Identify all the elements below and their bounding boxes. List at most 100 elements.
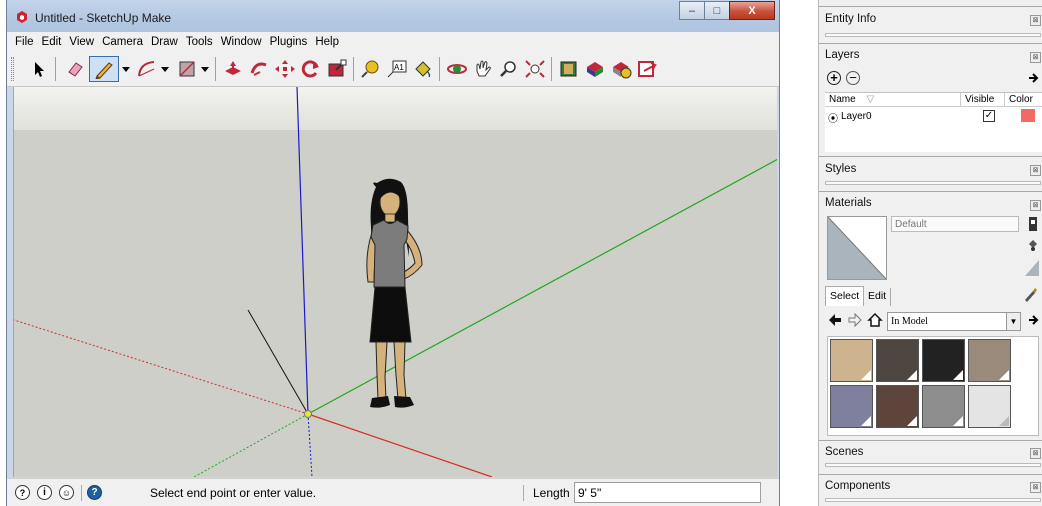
maximize-button[interactable]: □ (704, 1, 730, 20)
scale-tool-button[interactable] (325, 56, 349, 82)
menu-draw[interactable]: Draw (149, 36, 184, 48)
collection-select[interactable]: In Model ▼ (887, 312, 1021, 331)
tab-select[interactable]: Select (825, 286, 865, 306)
panel-close-icon[interactable]: ⊠ (1030, 15, 1041, 26)
layers-panel: Layers ⊠ + − Name ▽ Visible Color ⦿ Laye… (819, 43, 1042, 155)
panel-close-icon[interactable]: ⊠ (1030, 52, 1041, 63)
details-arrow-icon[interactable] (1027, 313, 1039, 327)
tape-measure-tool-button[interactable] (359, 56, 383, 82)
zoom-tool-button[interactable] (497, 56, 521, 82)
material-swatch[interactable] (830, 339, 873, 382)
panel-close-icon[interactable]: ⊠ (1030, 482, 1041, 493)
material-swatch[interactable] (876, 339, 919, 382)
paint-bucket-icon[interactable] (1027, 238, 1039, 252)
layer-row[interactable]: ⦿ Layer0 ✓ (825, 109, 1042, 125)
dropdown-arrow-icon (201, 67, 209, 72)
move-tool-button[interactable] (273, 56, 297, 82)
line-tool-dropdown[interactable] (120, 56, 132, 82)
close-button[interactable]: X (729, 1, 775, 20)
column-color[interactable]: Color (1004, 93, 1042, 107)
toolbar-separator (439, 57, 440, 81)
toolbar-grip[interactable] (11, 57, 14, 81)
back-icon[interactable] (827, 312, 843, 328)
sample-paint-icon[interactable] (1025, 260, 1039, 276)
menu-view[interactable]: View (67, 36, 100, 48)
scenes-title[interactable]: Scenes (825, 446, 863, 458)
home-icon[interactable] (867, 312, 883, 328)
material-swatch[interactable] (922, 339, 965, 382)
get-models-button[interactable] (609, 56, 633, 82)
material-swatch[interactable] (922, 385, 965, 428)
material-swatch[interactable] (876, 385, 919, 428)
column-visible[interactable]: Visible (960, 93, 1004, 107)
create-material-icon[interactable] (1027, 216, 1039, 232)
panel-close-icon[interactable]: ⊠ (1030, 448, 1041, 459)
title-bar[interactable]: Untitled - SketchUp Make – □ X (7, 0, 779, 32)
measurements-input[interactable]: 9' 5" (574, 482, 761, 503)
forward-icon[interactable] (847, 312, 863, 328)
components-button[interactable] (583, 56, 607, 82)
zoom-extents-tool-button[interactable] (523, 56, 547, 82)
orbit-tool-button[interactable] (445, 56, 469, 82)
share-model-button[interactable] (635, 56, 659, 82)
materials-title[interactable]: Materials (825, 197, 872, 209)
menu-plugins[interactable]: Plugins (268, 36, 314, 48)
material-swatch[interactable] (968, 385, 1011, 428)
follow-me-tool-button[interactable] (247, 56, 271, 82)
tab-edit[interactable]: Edit (864, 288, 892, 306)
panel-resize-handle[interactable] (825, 181, 1041, 185)
get-models-icon (613, 62, 632, 79)
active-layer-radio-icon[interactable]: ⦿ (828, 110, 838, 125)
menu-window[interactable]: Window (219, 36, 268, 48)
select-tool-button[interactable] (27, 56, 51, 82)
add-layer-icon[interactable]: + (827, 71, 841, 85)
menu-help[interactable]: Help (313, 36, 345, 48)
material-swatch[interactable] (830, 385, 873, 428)
panel-close-icon[interactable]: ⊠ (1030, 165, 1041, 176)
panel-close-icon[interactable]: ⊠ (1030, 200, 1041, 211)
3d-viewport[interactable] (13, 87, 777, 477)
layer-visible-checkbox[interactable]: ✓ (983, 110, 995, 122)
layer-color-swatch[interactable] (1021, 109, 1035, 122)
toolbar-separator (353, 57, 354, 81)
geo-location-icon[interactable]: ? (15, 485, 30, 500)
zoom-icon (500, 61, 516, 77)
sign-in-icon[interactable]: ☺ (59, 485, 74, 500)
text-tool-button[interactable]: A1 (385, 56, 409, 82)
material-name-field[interactable]: Default (891, 216, 1019, 232)
remove-layer-icon[interactable]: − (846, 71, 860, 85)
arc-tool-dropdown[interactable] (159, 56, 171, 82)
model-info-button[interactable] (557, 56, 581, 82)
chevron-down-icon[interactable]: ▼ (1006, 313, 1020, 330)
details-arrow-icon[interactable] (1027, 72, 1039, 84)
eyedropper-icon[interactable] (1023, 286, 1037, 302)
column-name[interactable]: Name ▽ (825, 93, 960, 107)
panel-resize-handle[interactable] (825, 463, 1041, 467)
minimize-button[interactable]: – (679, 1, 705, 20)
components-title[interactable]: Components (825, 480, 890, 492)
viewport-canvas[interactable] (14, 87, 777, 477)
menu-tools[interactable]: Tools (184, 36, 219, 48)
line-tool-button[interactable] (89, 56, 119, 82)
rectangle-tool-button[interactable] (175, 56, 199, 82)
rotate-tool-button[interactable] (299, 56, 323, 82)
styles-title[interactable]: Styles (825, 163, 856, 175)
arc-tool-button[interactable] (135, 56, 159, 82)
entity-info-panel: Entity Info ⊠ (819, 6, 1042, 42)
entity-info-title[interactable]: Entity Info (825, 13, 876, 25)
push-pull-tool-button[interactable] (221, 56, 245, 82)
menu-edit[interactable]: Edit (40, 36, 68, 48)
eraser-tool-button[interactable] (63, 56, 87, 82)
help-icon[interactable]: ? (87, 485, 102, 500)
panel-resize-handle[interactable] (825, 498, 1041, 502)
credits-icon[interactable]: i (37, 485, 52, 500)
pan-tool-button[interactable] (471, 56, 495, 82)
screen: Untitled - SketchUp Make – □ X File Edit… (0, 0, 1042, 506)
menu-file[interactable]: File (13, 36, 40, 48)
layers-title[interactable]: Layers (825, 49, 860, 61)
material-swatch[interactable] (968, 339, 1011, 382)
rectangle-tool-dropdown[interactable] (199, 56, 211, 82)
panel-resize-handle[interactable] (825, 33, 1041, 37)
paint-bucket-tool-button[interactable] (411, 56, 435, 82)
menu-camera[interactable]: Camera (100, 36, 149, 48)
